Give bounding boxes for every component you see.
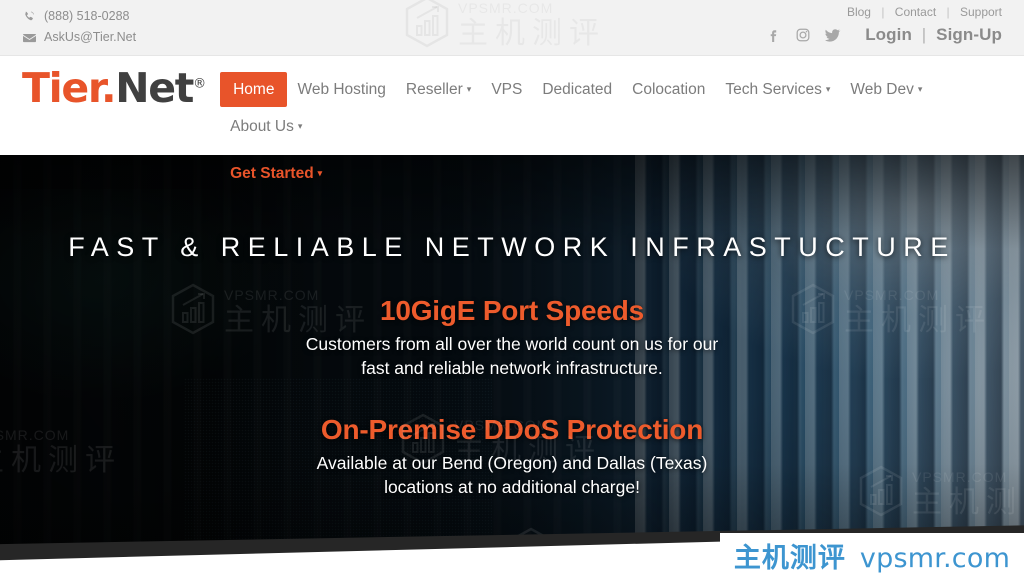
logo-text-secondary: Net [115,64,194,112]
nav-label-dedicated: Dedicated [542,81,613,98]
hero-feature-line1-1: Customers from all over the world count … [305,333,719,354]
nav-menu: Home Web Hosting Reseller ▾ VPS Dedicated… [220,72,1002,193]
nav-label-web-dev: Web Dev [850,81,914,98]
social-icons-group [766,27,841,43]
banner-domain-text: vpsmr.com [859,542,1011,574]
nav-item-about-us[interactable]: About Us ▾ [220,109,312,146]
nav-item-web-dev[interactable]: Web Dev ▾ [840,72,932,109]
chevron-down-icon: ▾ [825,84,831,94]
email-address-text: AskUs@Tier.Net [44,30,137,44]
top-utility-bar: VPSMR.COM 主机测评 (888) 518-0288 [0,0,1024,56]
nav-item-reseller[interactable]: Reseller ▾ [396,72,481,109]
hero-feature-line2-2: locations at no additional charge! [384,476,640,497]
nav-item-home[interactable]: Home [220,72,288,107]
phone-number-text: (888) 518-0288 [44,9,130,23]
util-separator-2: | [946,5,950,19]
nav-secondary-row: Get Started ▾ [220,156,1002,193]
watermark-chinese-text: 主机测评 [458,18,606,49]
account-links: Login | Sign-Up [865,25,1002,45]
nav-label-home: Home [233,81,275,98]
nav-label-vps: VPS [491,81,523,98]
hero-feature-block-2: On-Premise DDoS Protection Available at … [0,412,1024,499]
nav-item-vps[interactable]: VPS [481,72,532,107]
logo-trademark-icon: ® [193,76,207,92]
nav-label-web-hosting: Web Hosting [297,81,386,98]
nav-label-about-us: About Us [230,118,294,135]
chevron-down-icon: ▾ [317,168,323,178]
signup-link[interactable]: Sign-Up [936,25,1002,44]
nav-item-tech-services[interactable]: Tech Services ▾ [715,72,840,109]
chevron-down-icon: ▾ [297,121,303,131]
hero-headline: FAST & RELIABLE NETWORK INFRASTUCTURE [68,232,956,262]
nav-label-tech-services: Tech Services [725,81,822,98]
hero-content: FAST & RELIABLE NETWORK INFRASTUCTURE 10… [0,155,1024,499]
utility-links: Blog | Contact | Support [766,4,1002,20]
link-contact[interactable]: Contact [895,5,936,19]
logo-text-primary: Tier. [22,64,117,112]
util-separator-1: | [881,5,885,19]
nav-item-get-started[interactable]: Get Started ▾ [220,156,332,193]
contact-info-group: (888) 518-0288 AskUs@Tier.Net [22,0,136,47]
account-separator: | [921,25,927,44]
instagram-icon[interactable] [795,27,811,43]
banner-chinese-text: 主机测评 [733,542,846,574]
main-navigation-bar: Tier.Net® Home Web Hosting Reseller ▾ VPS… [0,56,1024,182]
phone-contact[interactable]: (888) 518-0288 [22,7,136,26]
chevron-down-icon: ▾ [917,84,923,94]
top-right-group: Blog | Contact | Support Login | Sign-Up [766,0,1002,45]
watermark-domain-text: VPSMR.COM [458,1,606,15]
hero-feature-line1-2: Available at our Bend (Oregon) and Dalla… [316,452,708,473]
site-logo[interactable]: Tier.Net® [22,68,206,109]
link-support[interactable]: Support [960,5,1002,19]
nav-item-web-hosting[interactable]: Web Hosting [287,72,395,107]
facebook-icon[interactable] [766,27,782,43]
nav-label-reseller: Reseller [405,81,463,98]
envelope-icon [22,33,36,43]
vpsmr-hexagon-logo-icon [404,0,450,53]
hero-banner: VPSMR.COM 主机测评 VPSMR.COM 主机测评 [0,155,1024,583]
account-row: Login | Sign-Up [766,25,1002,45]
page-root: VPSMR.COM 主机测评 (888) 518-0288 [0,0,1024,583]
hero-feature-title-2: On-Premise DDoS Protection [320,413,704,445]
link-blog[interactable]: Blog [847,5,871,19]
vpsmr-watermark-banner: 主机测评 vpsmr.com [720,533,1024,583]
email-contact[interactable]: AskUs@Tier.Net [22,28,136,47]
nav-label-get-started: Get Started [230,165,314,182]
watermark-topbar: VPSMR.COM 主机测评 [404,0,606,53]
nav-item-dedicated[interactable]: Dedicated [532,72,622,107]
twitter-icon[interactable] [824,27,841,43]
login-link[interactable]: Login [865,25,912,44]
hero-feature-title-1: 10GigE Port Speeds [379,294,645,326]
phone-icon [22,10,36,23]
nav-item-colocation[interactable]: Colocation [622,72,715,107]
chevron-down-icon: ▾ [466,84,472,94]
hero-feature-line2-1: fast and reliable network infrastructure… [361,357,663,378]
hero-feature-block-1: 10GigE Port Speeds Customers from all ov… [0,293,1024,380]
nav-label-colocation: Colocation [632,81,706,98]
